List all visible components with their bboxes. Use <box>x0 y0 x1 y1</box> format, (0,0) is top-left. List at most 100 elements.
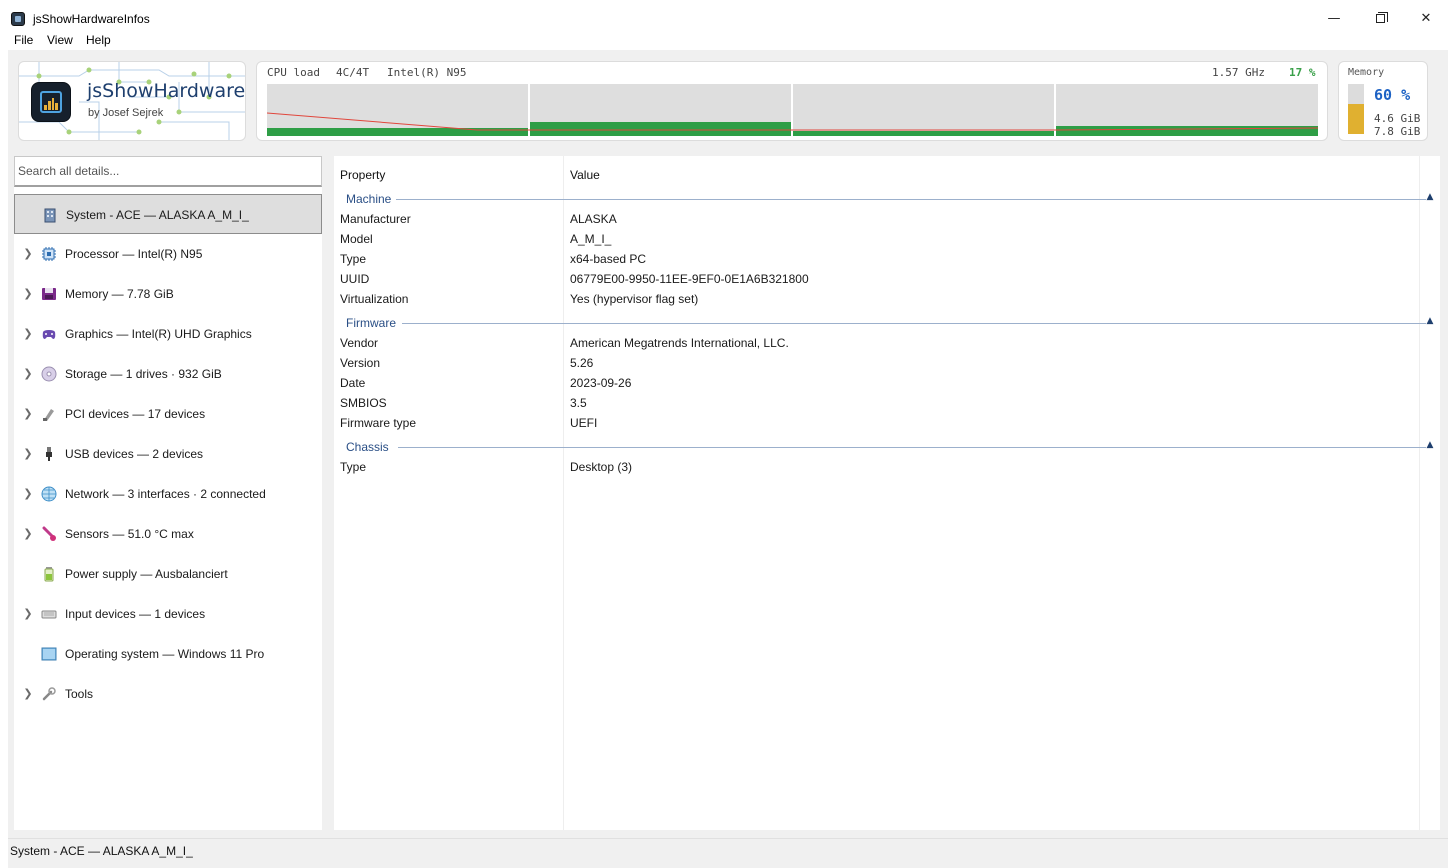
chevron-right-icon[interactable]: ❯ <box>21 367 35 381</box>
value-cell: Desktop (3) <box>570 460 633 474</box>
cpu-core-graphs <box>267 84 1318 136</box>
chevron-right-icon[interactable]: ❯ <box>21 407 35 421</box>
table-row[interactable]: Manufacturer ALASKA <box>334 209 1419 229</box>
table-row[interactable]: UUID 06779E00-9950-11EE-9EF0-0E1A6B321800 <box>334 269 1419 289</box>
tree-item-label: Network — 3 interfaces · 2 connected <box>65 487 266 501</box>
tree-item-graphics[interactable]: ❯ Graphics — Intel(R) UHD Graphics <box>14 314 322 354</box>
tree-item-label: Storage — 1 drives · 932 GiB <box>65 367 222 381</box>
tree-item-system[interactable]: System - ACE — ALASKA A_M_I_ <box>14 194 322 234</box>
chevron-right-icon[interactable]: ❯ <box>21 487 35 501</box>
memory-used: 4.6 GiB <box>1374 112 1421 125</box>
value-cell: A_M_I_ <box>570 232 612 246</box>
cpu-load-percent: 17 % <box>1289 66 1316 79</box>
group-header-chassis[interactable]: Chassis ▲ <box>334 436 1440 456</box>
tree-item-tools[interactable]: ❯ Tools <box>14 674 322 714</box>
column-header-property[interactable]: Property <box>340 168 385 182</box>
logo-title: jsShowHardware <box>87 80 246 102</box>
cpu-cores-label: 4C/4T <box>336 66 370 79</box>
collapse-icon[interactable]: ▲ <box>1423 190 1437 204</box>
group-header-firmware[interactable]: Firmware ▲ <box>334 312 1440 332</box>
property-cell: UUID <box>340 272 370 286</box>
value-cell: American Megatrends International, LLC. <box>570 336 789 350</box>
table-row[interactable]: Virtualization Yes (hypervisor flag set) <box>334 289 1419 309</box>
app-logo-icon <box>31 82 71 122</box>
status-text: System - ACE — ALASKA A_M_I_ <box>10 844 193 858</box>
table-row[interactable]: Type Desktop (3) <box>334 457 1419 477</box>
storage-icon <box>41 366 57 382</box>
value-cell: UEFI <box>570 416 598 430</box>
group-label: Machine <box>346 192 395 206</box>
tree-item-label: Power supply — Ausbalanciert <box>65 567 228 581</box>
group-label: Firmware <box>346 316 399 330</box>
tree-item-usb-devices[interactable]: ❯ USB devices — 2 devices <box>14 434 322 474</box>
tree-item-pci-devices[interactable]: ❯ PCI devices — 17 devices <box>14 394 322 434</box>
power-supply-icon <box>44 567 54 582</box>
tree-item-operating-system[interactable]: Operating system — Windows 11 Pro <box>14 634 322 674</box>
menu-file[interactable]: File <box>14 33 33 47</box>
usb-icon <box>46 447 52 461</box>
logo-panel: jsShowHardware by Josef Sejrek <box>18 61 246 141</box>
menu-view[interactable]: View <box>47 33 73 47</box>
menu-bar: File View Help <box>8 31 1448 50</box>
chevron-right-icon[interactable]: ❯ <box>21 287 35 301</box>
collapse-icon[interactable]: ▲ <box>1423 438 1437 452</box>
value-cell: Yes (hypervisor flag set) <box>570 292 699 306</box>
tree-item-label: Memory — 7.78 GiB <box>65 287 174 301</box>
app-window: jsShowHardwareInfos — ✕ File View Help j… <box>8 8 1448 868</box>
group-label: Chassis <box>346 440 392 454</box>
close-button[interactable]: ✕ <box>1403 8 1449 31</box>
tree-item-processor[interactable]: ❯ Processor — Intel(R) N95 <box>14 234 322 274</box>
chevron-right-icon[interactable]: ❯ <box>21 247 35 261</box>
property-cell: Firmware type <box>340 416 417 430</box>
chevron-right-icon[interactable]: ❯ <box>21 607 35 621</box>
tree-item-power-supply[interactable]: Power supply — Ausbalanciert <box>14 554 322 594</box>
table-row[interactable]: Type x64-based PC <box>334 249 1419 269</box>
tree-item-label: System - ACE — ALASKA A_M_I_ <box>66 208 249 222</box>
category-tree: System - ACE — ALASKA A_M_I_ ❯ Processor… <box>14 156 322 830</box>
tree-item-sensors[interactable]: ❯ Sensors — 51.0 °C max <box>14 514 322 554</box>
cpu-load-history-line <box>267 112 1318 131</box>
tree-item-input-devices[interactable]: ❯ Input devices — 1 devices <box>14 594 322 634</box>
chevron-right-icon[interactable]: ❯ <box>21 327 35 341</box>
memory-icon <box>42 288 56 300</box>
minimize-button[interactable]: — <box>1311 8 1357 31</box>
table-row[interactable]: Vendor American Megatrends International,… <box>334 333 1419 353</box>
value-cell: x64-based PC <box>570 252 647 266</box>
property-cell: Virtualization <box>340 292 409 306</box>
table-row[interactable]: Model A_M_I_ <box>334 229 1419 249</box>
system-icon <box>44 208 56 223</box>
tree-item-network[interactable]: ❯ Network — 3 interfaces · 2 connected <box>14 474 322 514</box>
tree-item-storage[interactable]: ❯ Storage — 1 drives · 932 GiB <box>14 354 322 394</box>
cpu-load-label: CPU load <box>267 66 320 79</box>
chevron-right-icon[interactable]: ❯ <box>21 527 35 541</box>
search-input[interactable] <box>14 156 322 187</box>
pci-icon <box>43 409 54 421</box>
table-row[interactable]: SMBIOS 3.5 <box>334 393 1419 413</box>
memory-label: Memory <box>1348 67 1385 78</box>
memory-panel: Memory 60 % 4.6 GiB 7.8 GiB <box>1338 61 1428 141</box>
group-divider <box>398 447 1426 448</box>
menu-help[interactable]: Help <box>86 33 111 47</box>
collapse-icon[interactable]: ▲ <box>1423 314 1437 328</box>
table-row[interactable]: Version 5.26 <box>334 353 1419 373</box>
value-cell: 5.26 <box>570 356 594 370</box>
property-cell: Model <box>340 232 373 246</box>
property-cell: Manufacturer <box>340 212 411 226</box>
tree-item-memory[interactable]: ❯ Memory — 7.78 GiB <box>14 274 322 314</box>
sensors-icon <box>42 526 56 541</box>
chevron-right-icon[interactable]: ❯ <box>21 447 35 461</box>
value-cell: 06779E00-9950-11EE-9EF0-0E1A6B321800 <box>570 272 809 286</box>
column-header-value[interactable]: Value <box>570 168 600 182</box>
table-row[interactable]: Firmware type UEFI <box>334 413 1419 433</box>
tree-item-label: Sensors — 51.0 °C max <box>65 527 194 541</box>
group-header-machine[interactable]: Machine ▲ <box>334 188 1440 208</box>
property-cell: Type <box>340 252 367 266</box>
tree-item-label: Operating system — Windows 11 Pro <box>65 647 265 661</box>
maximize-button[interactable] <box>1357 8 1403 31</box>
property-cell: Version <box>340 356 381 370</box>
value-cell: ALASKA <box>570 212 617 226</box>
cpu-model: Intel(R) N95 <box>387 66 467 79</box>
table-row[interactable]: Date 2023-09-26 <box>334 373 1419 393</box>
chevron-right-icon[interactable]: ❯ <box>21 687 35 701</box>
group-divider <box>402 323 1426 324</box>
